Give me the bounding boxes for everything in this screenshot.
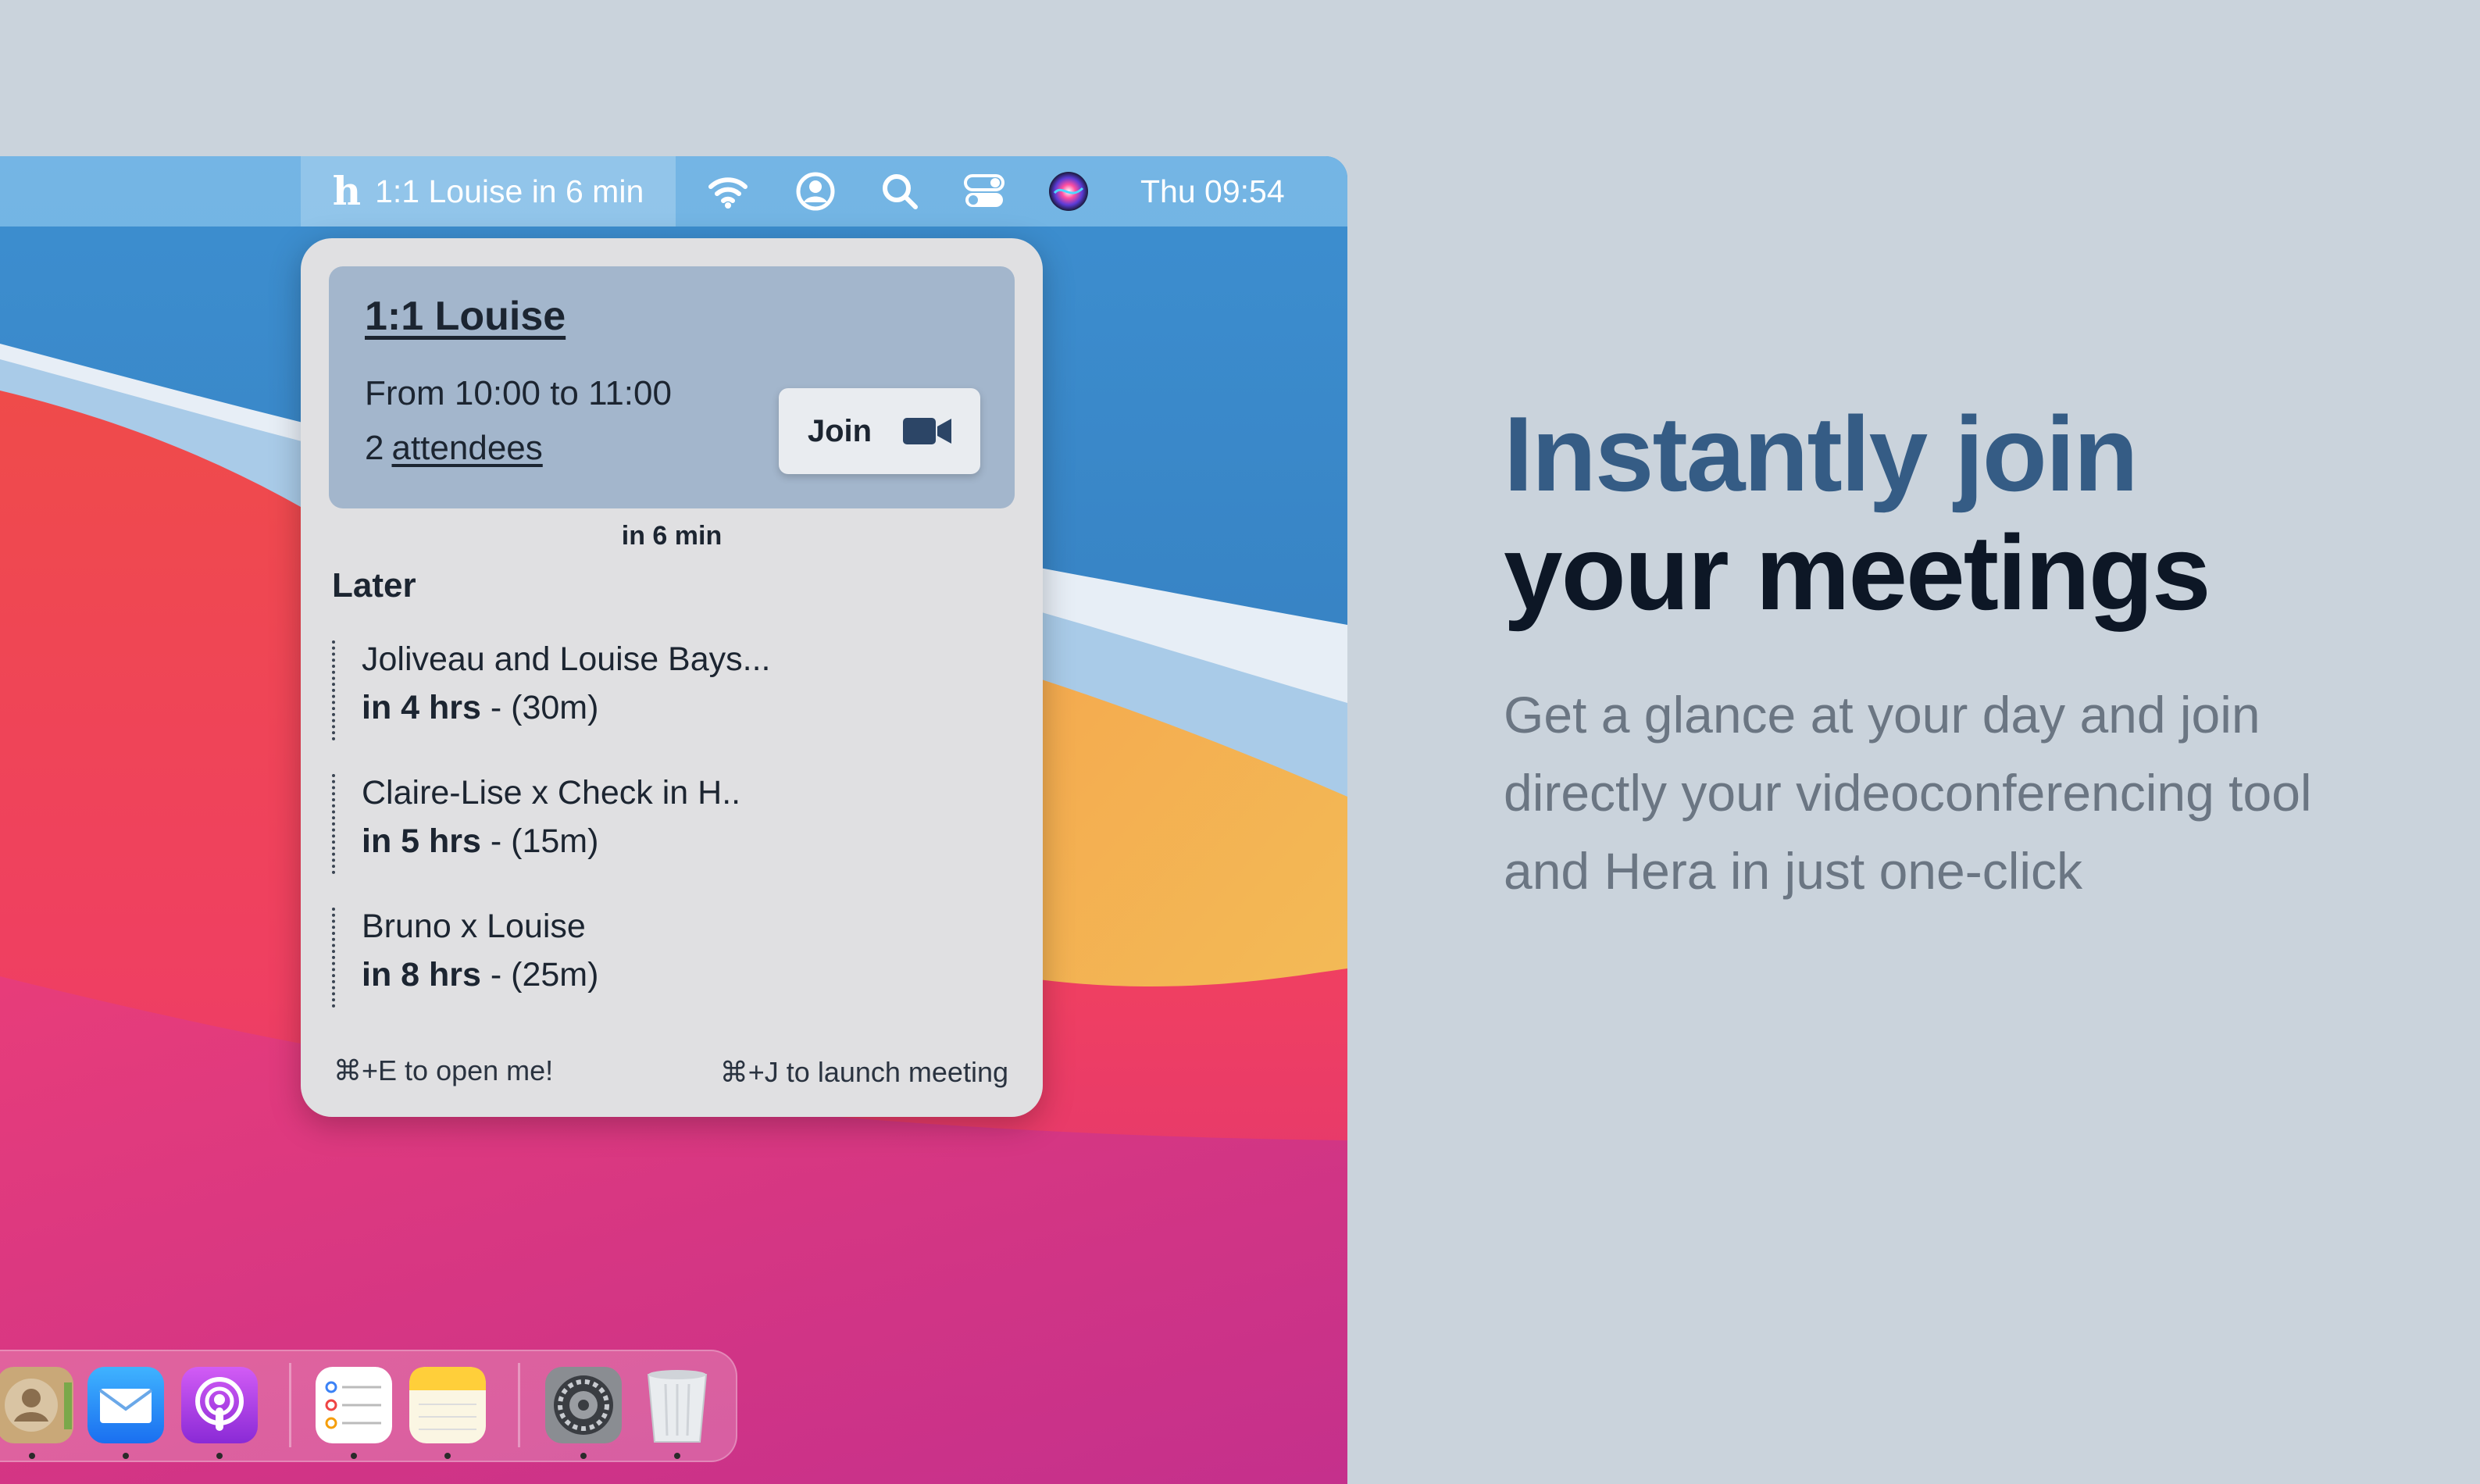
- later-heading: Later: [332, 566, 416, 605]
- contacts-icon[interactable]: [0, 1365, 75, 1445]
- join-button[interactable]: Join: [779, 388, 980, 474]
- later-meeting-when: in 8 hrs - (25m): [362, 956, 599, 993]
- menu-bar: h 1:1 Louise in 6 min Thu 09:54: [0, 156, 1347, 227]
- later-meeting-name: Joliveau and Louise Bays...: [362, 640, 771, 678]
- hera-popover: 1:1 Louise From 10:00 to 11:00 2 attendee…: [301, 238, 1043, 1117]
- control-center-icon[interactable]: [962, 169, 1006, 213]
- siri-icon[interactable]: [1047, 169, 1090, 213]
- meeting-countdown: in 6 min: [621, 521, 723, 551]
- video-camera-icon: [903, 418, 952, 444]
- reminders-icon[interactable]: [314, 1365, 394, 1445]
- join-button-label: Join: [807, 413, 872, 448]
- later-meeting-name: Claire-Lise x Check in H..: [362, 774, 741, 812]
- mail-icon[interactable]: [86, 1365, 166, 1445]
- dock-separator: [518, 1363, 520, 1447]
- meeting-time: From 10:00 to 11:00: [365, 374, 672, 412]
- headline-line-2: your meetings: [1504, 513, 2211, 632]
- open-shortcut-hint: ⌘+E to open me!: [334, 1054, 554, 1086]
- attendees-link[interactable]: attendees: [391, 429, 542, 467]
- later-meeting-item[interactable]: Joliveau and Louise Bays... in 4 hrs - (…: [332, 640, 1004, 740]
- hera-menubar-item[interactable]: h 1:1 Louise in 6 min: [301, 156, 676, 227]
- menubar-clock[interactable]: Thu 09:54: [1140, 156, 1285, 227]
- launch-shortcut-hint: ⌘+J to launch meeting: [719, 1056, 1008, 1088]
- later-meeting-item[interactable]: Bruno x Louise in 8 hrs - (25m): [332, 908, 1004, 1008]
- headline-line-1: Instantly join: [1504, 394, 2139, 513]
- attendees-line: 2 attendees: [365, 429, 543, 468]
- hera-logo-icon: h: [332, 168, 362, 214]
- desktop-screen: h 1:1 Louise in 6 min Thu 09:54 1:1 Loui…: [0, 156, 1347, 1484]
- notes-icon[interactable]: [408, 1365, 487, 1445]
- later-meeting-when: in 4 hrs - (30m): [362, 689, 599, 726]
- trash-icon[interactable]: [637, 1365, 717, 1445]
- headline: Instantly join your meetings: [1504, 394, 2211, 632]
- meeting-title[interactable]: 1:1 Louise: [365, 293, 566, 340]
- search-icon[interactable]: [878, 169, 922, 213]
- later-meeting-item[interactable]: Claire-Lise x Check in H.. in 5 hrs - (1…: [332, 774, 1004, 874]
- running-indicator: [674, 1453, 680, 1459]
- podcasts-icon[interactable]: [180, 1365, 259, 1445]
- dock-separator: [289, 1363, 291, 1447]
- running-indicator: [351, 1453, 357, 1459]
- running-indicator: [29, 1453, 35, 1459]
- running-indicator: [216, 1453, 223, 1459]
- attendee-count: 2: [365, 429, 384, 467]
- later-meeting-name: Bruno x Louise: [362, 908, 586, 945]
- running-indicator: [444, 1453, 451, 1459]
- subcopy: Get a glance at your day and join direct…: [1504, 686, 2312, 900]
- next-meeting-status: 1:1 Louise in 6 min: [375, 173, 644, 209]
- wifi-icon[interactable]: [706, 169, 750, 213]
- running-indicator: [123, 1453, 129, 1459]
- later-meeting-when: in 5 hrs - (15m): [362, 822, 599, 860]
- current-meeting-card[interactable]: 1:1 Louise From 10:00 to 11:00 2 attendee…: [329, 266, 1015, 508]
- system-preferences-icon[interactable]: [544, 1365, 623, 1445]
- user-account-icon[interactable]: [794, 169, 837, 213]
- running-indicator: [580, 1453, 587, 1459]
